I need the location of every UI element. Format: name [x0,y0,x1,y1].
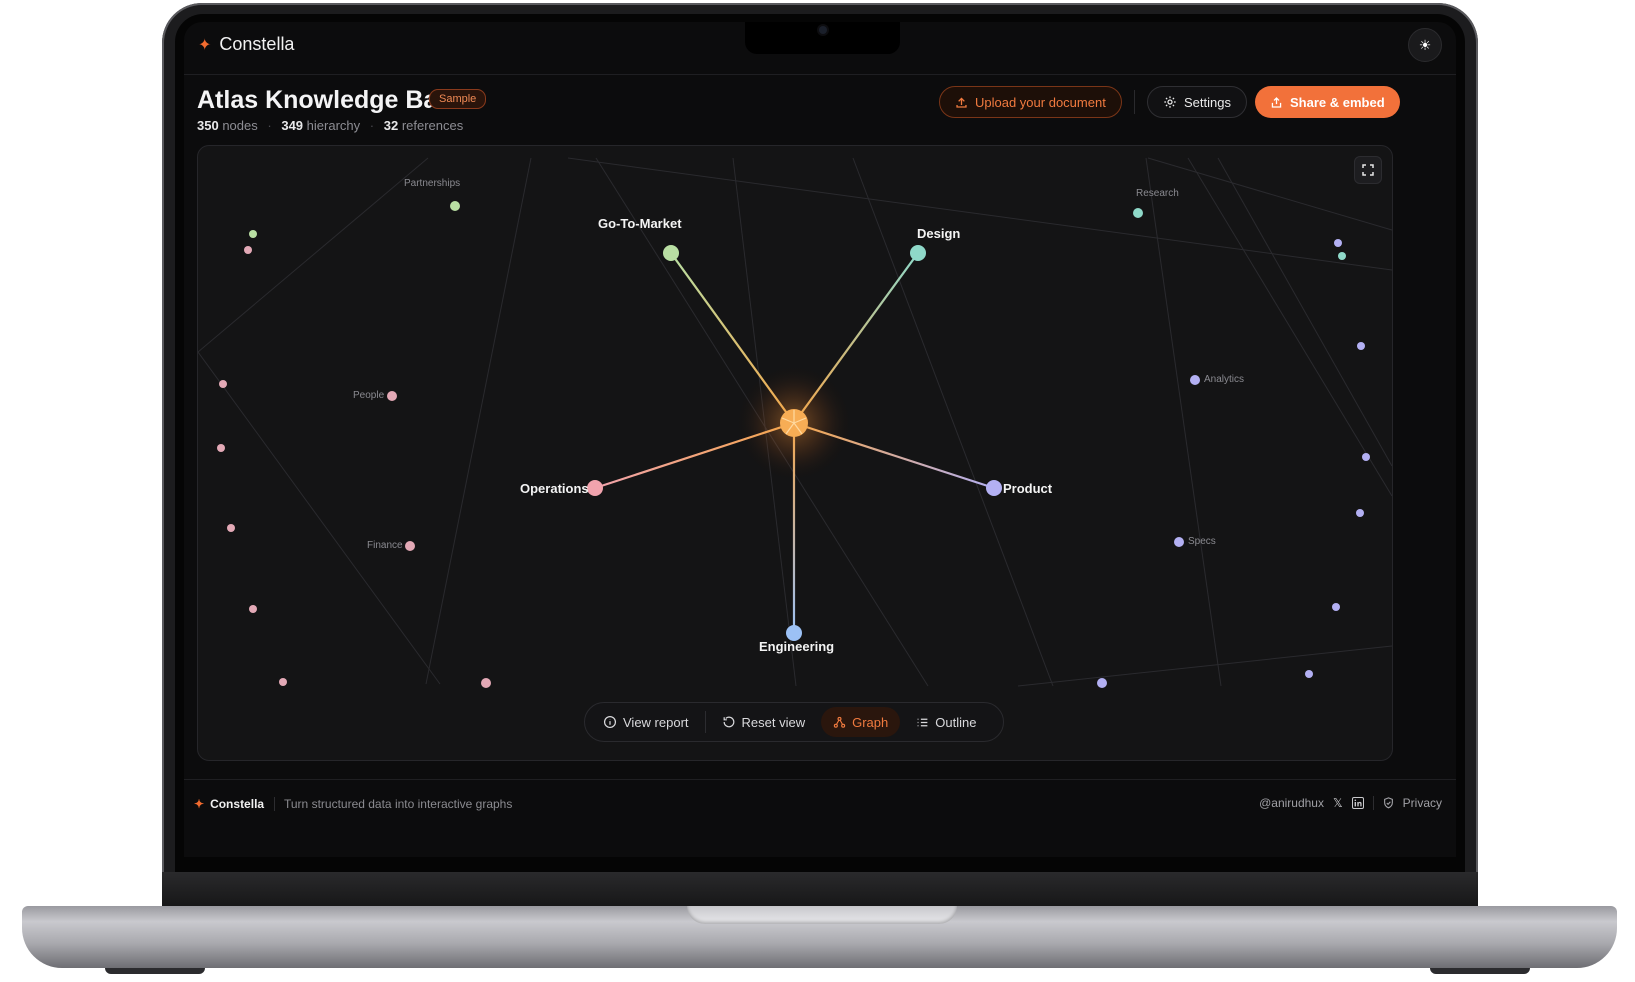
footer-brand-name: Constella [210,797,265,811]
app-brand[interactable]: ✦ Constella [198,34,294,55]
reset-icon [723,716,734,728]
upload-icon [956,97,967,108]
reset-view-button[interactable]: Reset view [710,707,818,737]
settings-label: Settings [1184,94,1231,110]
hierarchy-count: 349 [281,118,304,133]
laptop-opening-groove [687,906,957,924]
label-research: Research [1136,188,1179,199]
hierarchy-label: hierarchy [306,118,361,133]
outline-view-label: Outline [935,714,977,730]
view-report-label: View report [623,714,689,730]
sparkle-icon: ✦ [198,36,212,54]
label-design: Design [917,226,961,241]
graph-view-button[interactable]: Graph [821,707,901,737]
camera-icon [819,26,827,34]
list-icon [917,718,928,726]
graph-canvas[interactable]: Go-To-Market Design Operations Product E… [197,145,1393,761]
sun-icon: ☀ [1418,36,1432,53]
share-embed-button[interactable]: Share & embed [1255,86,1400,118]
author-handle-link[interactable]: @anirudhux [1259,796,1324,810]
label-partnerships: Partnerships [404,178,461,189]
footer-brand[interactable]: ✦ Constella [194,797,264,811]
x-twitter-icon[interactable]: 𝕏 [1333,796,1343,810]
graph-icon [833,716,846,728]
upload-document-button[interactable]: Upload your document [939,86,1122,118]
footer-links: @anirudhux 𝕏 Privacy [1259,796,1442,810]
label-engineering: Engineering [759,639,835,654]
label-product: Product [1003,481,1053,496]
nodes-label: nodes [222,118,258,133]
label-specs: Specs [1188,536,1216,547]
node-operations[interactable] [587,480,603,496]
graph-svg[interactable] [198,146,1392,760]
node-design[interactable] [910,245,926,261]
page-title: Atlas Knowledge Base [197,86,466,114]
nodes-count: 350 [197,118,219,133]
laptop-foot-right [1430,968,1530,974]
reset-view-label: Reset view [741,714,806,730]
edge-go-to-market [670,252,795,424]
expand-icon [1362,164,1374,176]
view-toolbar: View report Reset view Graph Outline [584,702,1004,742]
settings-button[interactable]: Settings [1147,86,1247,118]
graph-view-label: Graph [852,714,889,730]
references-count: 32 [383,118,399,133]
app-name: Constella [219,34,295,54]
sample-badge: Sample [429,89,487,109]
toolbar-divider [704,711,706,733]
label-finance: Finance [367,540,403,551]
footer-tagline: Turn structured data into interactive gr… [274,797,512,811]
shield-icon [1383,797,1393,809]
label-analytics: Analytics [1204,374,1245,385]
share-label: Share & embed [1290,94,1385,110]
footer-divider [1372,796,1374,810]
app-screen: ✦ Constella ☀ Atlas Knowledge Base Sampl… [184,22,1456,857]
sparkle-icon: ✦ [194,797,205,811]
share-icon [1271,96,1282,108]
gear-icon [1164,96,1176,108]
header-divider [1134,90,1135,114]
fullscreen-button[interactable] [1354,156,1382,184]
graph-stats: 350 nodes · 349 hierarchy · 32 reference… [197,118,464,133]
outline-view-button[interactable]: Outline [904,707,988,737]
label-operations: Operations [520,481,589,496]
node-product[interactable] [986,480,1002,496]
info-icon [603,715,617,729]
label-people: People [353,390,385,401]
linkedin-icon[interactable] [1351,797,1364,809]
laptop-chin [162,872,1478,908]
view-report-button[interactable]: View report [591,707,701,737]
upload-label: Upload your document [975,94,1106,110]
label-go-to-market: Go-To-Market [598,216,682,231]
privacy-link[interactable]: Privacy [1403,796,1442,810]
laptop-foot-left [105,968,205,974]
theme-toggle-button[interactable]: ☀ [1408,28,1442,62]
footer: ✦ Constella Turn structured data into in… [184,779,1456,826]
references-label: references [401,118,464,133]
edge-design [793,252,919,424]
node-go-to-market[interactable] [663,245,679,261]
